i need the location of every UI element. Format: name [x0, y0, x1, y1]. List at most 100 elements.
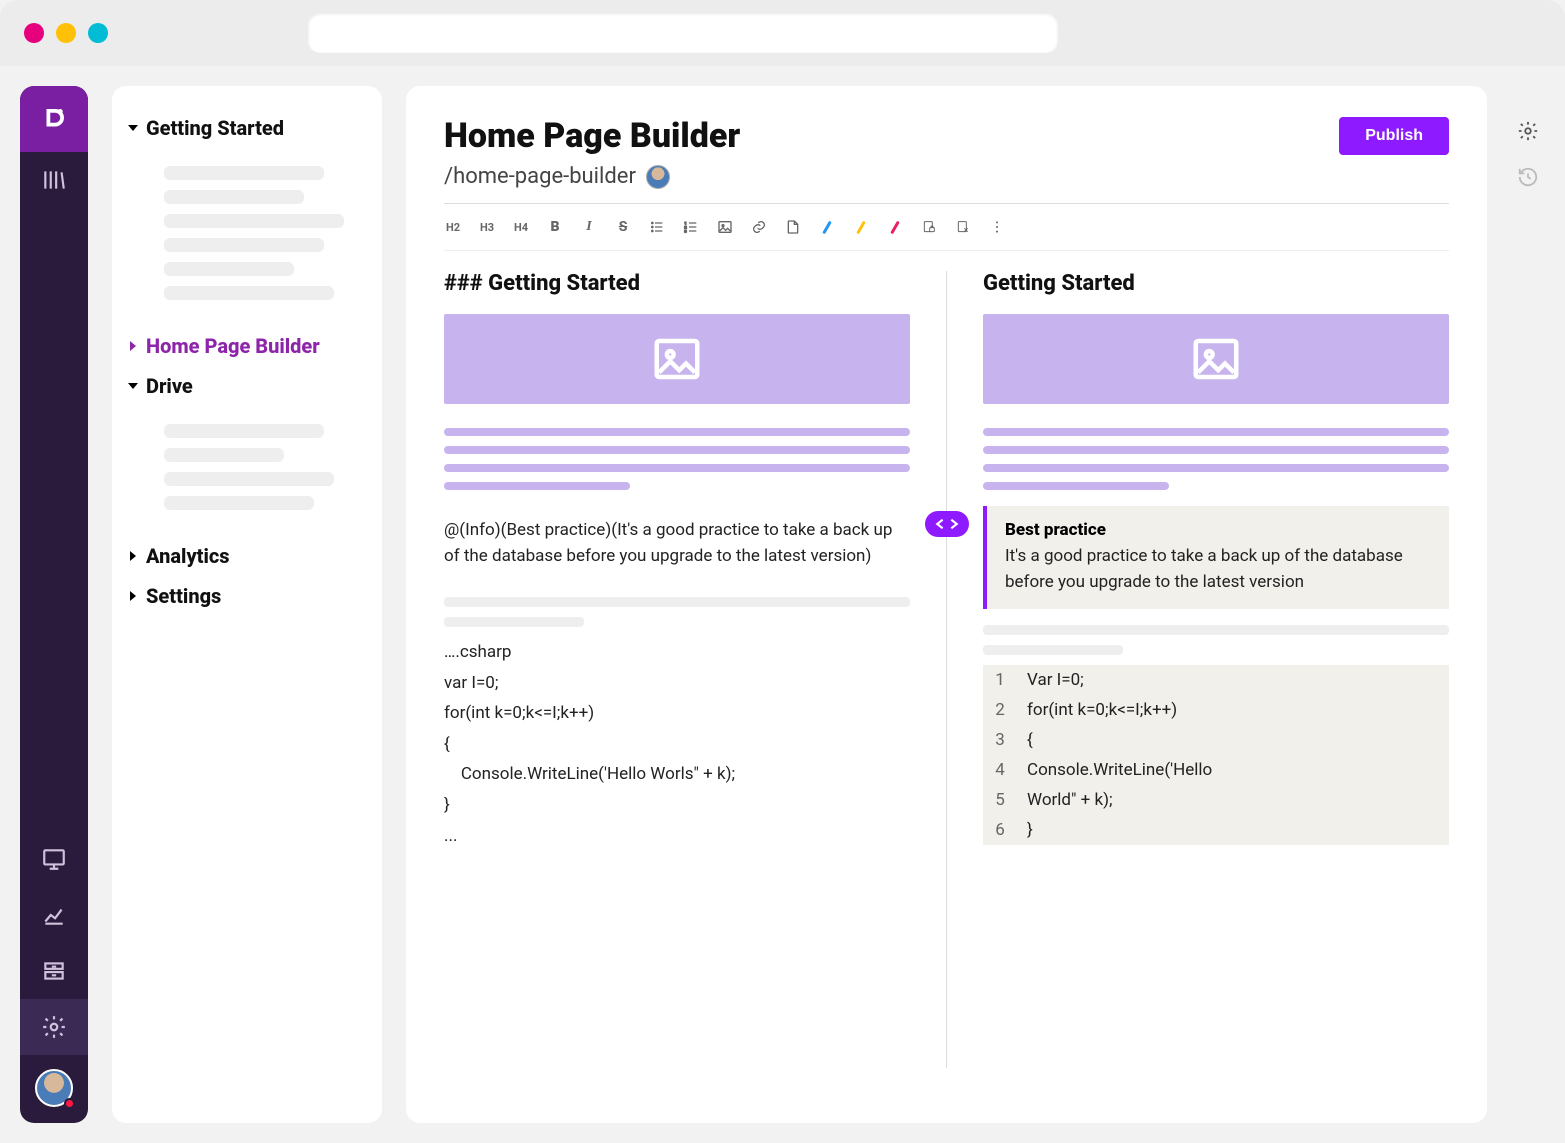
- svg-text:3: 3: [684, 228, 687, 233]
- toolbar-lock-button[interactable]: [920, 218, 938, 236]
- utility-history-button[interactable]: [1517, 166, 1539, 192]
- toolbar-bullet-list-button[interactable]: [648, 218, 666, 236]
- utility-settings-button[interactable]: [1517, 120, 1539, 146]
- page-title: Home Page Builder: [444, 116, 740, 156]
- caret-down-icon: [128, 383, 138, 389]
- app-root: Getting Started Home Page Builder Drive …: [0, 66, 1565, 1143]
- image-placeholder: [444, 314, 910, 404]
- window-controls: [24, 23, 108, 43]
- tree-children-placeholder: [130, 406, 364, 536]
- code-line: 3{: [983, 725, 1449, 755]
- chart-icon: [41, 902, 67, 928]
- toolbar-highlight-yellow-button[interactable]: [852, 218, 870, 236]
- tree-label: Analytics: [146, 544, 230, 568]
- slug-row: /home-page-builder: [444, 164, 1449, 204]
- source-pane[interactable]: ### Getting Started @(Info)(Best practic…: [444, 271, 910, 1068]
- rail-user-avatar[interactable]: [35, 1069, 73, 1107]
- gear-icon: [1517, 120, 1539, 142]
- callout-box: Best practice It's a good practice to ta…: [983, 506, 1449, 609]
- address-bar[interactable]: [308, 13, 1058, 53]
- code-source: ….csharpvar I=0;for(int k=0;k<=I;k++){ C…: [444, 637, 910, 851]
- more-vertical-icon: [989, 219, 1005, 235]
- toolbar-delete-button[interactable]: [954, 218, 972, 236]
- preview-pane: Getting Started Best practice It's a goo…: [983, 271, 1449, 1068]
- history-icon: [1517, 166, 1539, 188]
- toolbar-highlight-pink-button[interactable]: [886, 218, 904, 236]
- toolbar-more-button[interactable]: [988, 218, 1006, 236]
- gear-icon: [41, 1014, 67, 1040]
- tree-item-analytics[interactable]: Analytics: [130, 536, 364, 576]
- rail-analytics-button[interactable]: [20, 887, 88, 943]
- lock-file-icon: [921, 219, 937, 235]
- caret-right-icon: [130, 341, 136, 351]
- notification-badge: [64, 1098, 75, 1109]
- tree-item-drive[interactable]: Drive: [130, 366, 364, 406]
- file-icon: [785, 219, 801, 235]
- app-logo[interactable]: [20, 86, 88, 152]
- tree-label: Settings: [146, 584, 221, 608]
- callout-body: It's a good practice to take a back up o…: [1005, 544, 1431, 595]
- toolbar-file-button[interactable]: [784, 218, 802, 236]
- toolbar-italic-button[interactable]: I: [580, 218, 598, 236]
- highlight-yellow-icon: [856, 220, 866, 234]
- caret-right-icon: [130, 591, 136, 601]
- rail-archive-button[interactable]: [20, 943, 88, 999]
- nav-tree: Getting Started Home Page Builder Drive …: [112, 86, 382, 1123]
- library-icon: [41, 167, 67, 193]
- split-divider[interactable]: [946, 271, 947, 1068]
- code-line: 6}: [983, 815, 1449, 845]
- browser-chrome: [0, 0, 1565, 66]
- toolbar-highlight-blue-button[interactable]: [818, 218, 836, 236]
- editor-toolbar: H2 H3 H4 B I S 123: [444, 204, 1449, 251]
- window-close-dot[interactable]: [24, 23, 44, 43]
- tree-item-getting-started[interactable]: Getting Started: [130, 108, 364, 148]
- icon-rail: [20, 86, 88, 1123]
- image-placeholder-icon: [1189, 332, 1243, 386]
- toolbar-h2-button[interactable]: H2: [444, 218, 462, 236]
- editor-split-view: ### Getting Started @(Info)(Best practic…: [444, 271, 1449, 1068]
- toolbar-image-button[interactable]: [716, 218, 734, 236]
- tree-label: Getting Started: [146, 116, 284, 140]
- preview-heading: Getting Started: [983, 271, 1449, 296]
- code-line: 2for(int k=0;k<=I;k++): [983, 695, 1449, 725]
- image-placeholder-icon: [650, 332, 704, 386]
- caret-right-icon: [130, 551, 136, 561]
- highlight-pink-icon: [890, 220, 900, 234]
- tree-item-home-page-builder[interactable]: Home Page Builder: [130, 326, 364, 366]
- rail-monitor-button[interactable]: [20, 831, 88, 887]
- publish-button[interactable]: Publish: [1339, 117, 1449, 155]
- numbered-list-icon: 123: [683, 219, 699, 235]
- image-placeholder: [983, 314, 1449, 404]
- utility-rail: [1511, 86, 1545, 1123]
- caret-down-icon: [128, 125, 138, 131]
- author-avatar[interactable]: [646, 165, 670, 189]
- callout-title: Best practice: [1005, 520, 1431, 540]
- code-line: 1Var I=0;: [983, 665, 1449, 695]
- window-minimize-dot[interactable]: [56, 23, 76, 43]
- bullet-list-icon: [649, 219, 665, 235]
- split-handle-icon: [934, 517, 960, 531]
- toolbar-h4-button[interactable]: H4: [512, 218, 530, 236]
- editor-header: Home Page Builder Publish: [444, 116, 1449, 156]
- toolbar-bold-button[interactable]: B: [546, 218, 564, 236]
- tree-item-settings[interactable]: Settings: [130, 576, 364, 616]
- monitor-icon: [41, 846, 67, 872]
- code-block: 1Var I=0;2for(int k=0;k<=I;k++)3{4 Conso…: [983, 665, 1449, 845]
- toolbar-link-button[interactable]: [750, 218, 768, 236]
- split-handle[interactable]: [925, 511, 969, 537]
- delete-file-icon: [955, 219, 971, 235]
- archive-icon: [41, 958, 67, 984]
- code-line: 5World" + k);: [983, 785, 1449, 815]
- tree-label: Home Page Builder: [146, 334, 320, 358]
- rail-settings-button[interactable]: [20, 999, 88, 1055]
- toolbar-numbered-list-button[interactable]: 123: [682, 218, 700, 236]
- window-maximize-dot[interactable]: [88, 23, 108, 43]
- code-line: 4 Console.WriteLine('Hello: [983, 755, 1449, 785]
- toolbar-h3-button[interactable]: H3: [478, 218, 496, 236]
- tree-label: Drive: [146, 374, 193, 398]
- rail-library-button[interactable]: [20, 152, 88, 208]
- toolbar-strike-button[interactable]: S: [614, 218, 632, 236]
- source-heading: ### Getting Started: [444, 271, 910, 296]
- image-icon: [717, 219, 733, 235]
- tree-children-placeholder: [130, 148, 364, 326]
